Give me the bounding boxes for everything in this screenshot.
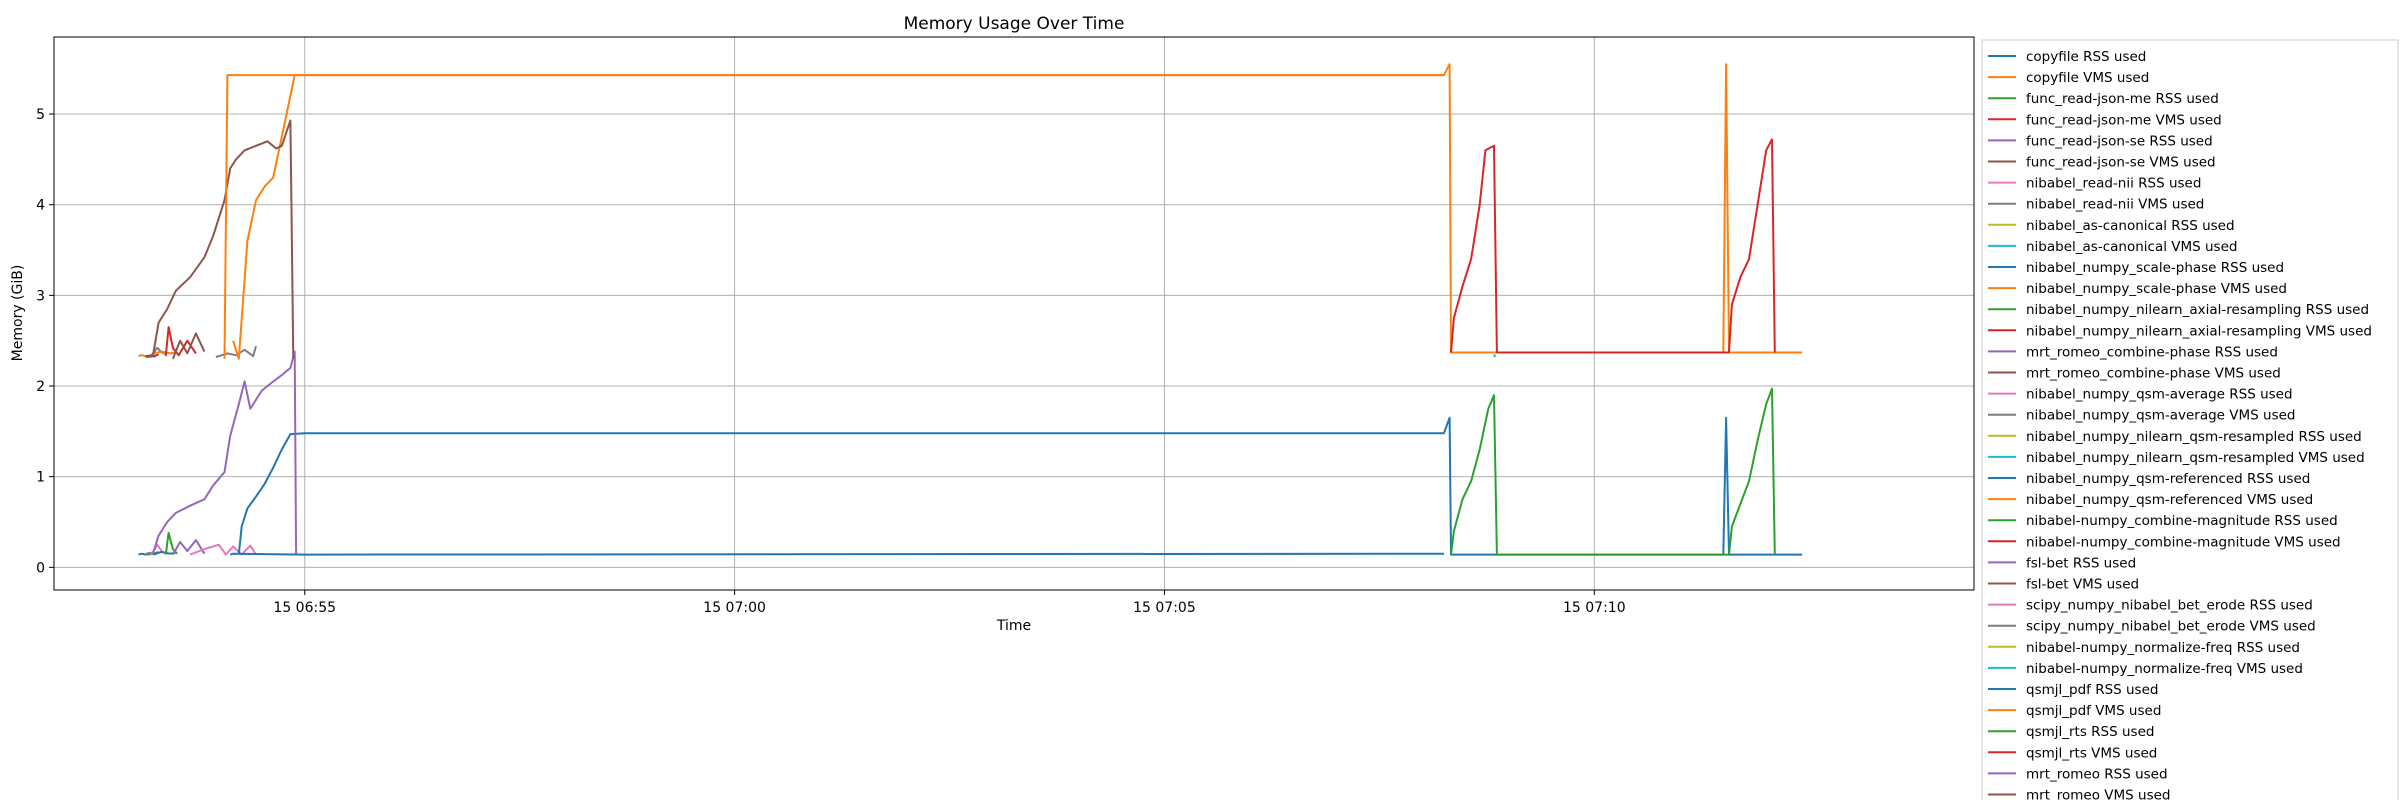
series-line-1 [138, 354, 146, 358]
series-line-0 [138, 552, 146, 556]
legend-entry: nibabel_read-nii VMS used [2026, 197, 2204, 213]
legend-entry: copyfile RSS used [2026, 49, 2146, 65]
y-tick-label: 0 [36, 560, 45, 576]
memory-usage-figure: 15 06:55 15 07:00 15 07:05 15 07:10 0 1 2 3 4 5 M… [0, 0, 2400, 800]
y-axis-label: Memory (GiB) [10, 265, 26, 362]
y-tick-label: 3 [36, 288, 45, 304]
legend-entry: func_read-json-se VMS used [2026, 155, 2216, 171]
series-line-30 [229, 552, 1444, 556]
legend-entry: nibabel-numpy_combine-magnitude RSS used [2026, 513, 2338, 529]
y-tick-label: 5 [36, 107, 45, 123]
x-tick-label: 15 07:05 [1133, 600, 1196, 616]
legend-entry: qsmjl_rts RSS used [2026, 724, 2154, 740]
legend-entry: nibabel_numpy_qsm-referenced RSS used [2026, 471, 2310, 487]
legend-entry: nibabel_numpy_nilearn_qsm-resampled VMS … [2026, 450, 2365, 466]
legend-entry: mrt_romeo VMS used [2026, 788, 2170, 800]
legend-entry: fsl-bet VMS used [2026, 577, 2139, 593]
x-axis-label: Time [996, 618, 1031, 634]
legend-entry: mrt_romeo_combine-phase VMS used [2026, 366, 2281, 382]
legend-entry: func_read-json-me VMS used [2026, 112, 2222, 128]
legend-entry: scipy_numpy_nibabel_bet_erode VMS used [2026, 619, 2316, 635]
legend-entry: nibabel_numpy_scale-phase VMS used [2026, 281, 2287, 297]
legend-entry: qsmjl_rts VMS used [2026, 745, 2157, 761]
x-tick-label: 15 07:10 [1563, 600, 1626, 616]
legend-entry: nibabel-numpy_normalize-freq VMS used [2026, 661, 2303, 677]
legend-entry: nibabel_numpy_scale-phase RSS used [2026, 260, 2284, 276]
legend-entry: func_read-json-se RSS used [2026, 133, 2213, 149]
legend: copyfile RSS used copyfile VMS used func_r… [1981, 39, 2399, 800]
legend-entry: qsmjl_pdf VMS used [2026, 703, 2161, 719]
legend-entry: nibabel_numpy_qsm-referenced VMS used [2026, 492, 2313, 508]
legend-entry: fsl-bet RSS used [2026, 555, 2136, 571]
legend-entry: qsmjl_pdf RSS used [2026, 682, 2158, 698]
x-tick-label: 15 06:55 [273, 600, 336, 616]
y-tick-label: 2 [36, 379, 45, 395]
legend-entry: nibabel_as-canonical RSS used [2026, 218, 2235, 234]
legend-entry: copyfile VMS used [2026, 70, 2149, 86]
legend-entry: nibabel_numpy_nilearn_axial-resampling R… [2026, 302, 2369, 318]
legend-entry: nibabel_numpy_nilearn_axial-resampling V… [2026, 323, 2372, 339]
legend-entry: mrt_romeo_combine-phase RSS used [2026, 344, 2278, 360]
series-line-29 [1493, 353, 1497, 358]
y-tick-label: 4 [36, 198, 45, 214]
y-tick-label: 1 [36, 470, 45, 486]
legend-entry: nibabel_read-nii RSS used [2026, 176, 2201, 192]
legend-entry: nibabel_numpy_qsm-average VMS used [2026, 408, 2296, 424]
x-tick-label: 15 07:00 [703, 600, 766, 616]
legend-entry: nibabel-numpy_normalize-freq RSS used [2026, 640, 2300, 656]
legend-entry: nibabel_as-canonical VMS used [2026, 239, 2237, 255]
legend-entry: nibabel_numpy_nilearn_qsm-resampled RSS … [2026, 429, 2362, 445]
legend-entry: nibabel-numpy_combine-magnitude VMS used [2026, 534, 2341, 550]
legend-entry: func_read-json-me RSS used [2026, 91, 2219, 107]
legend-entry: mrt_romeo RSS used [2026, 766, 2168, 782]
chart-title: Memory Usage Over Time [904, 14, 1125, 34]
legend-entry: scipy_numpy_nibabel_bet_erode RSS used [2026, 598, 2313, 614]
legend-entry: nibabel_numpy_qsm-average RSS used [2026, 387, 2293, 403]
